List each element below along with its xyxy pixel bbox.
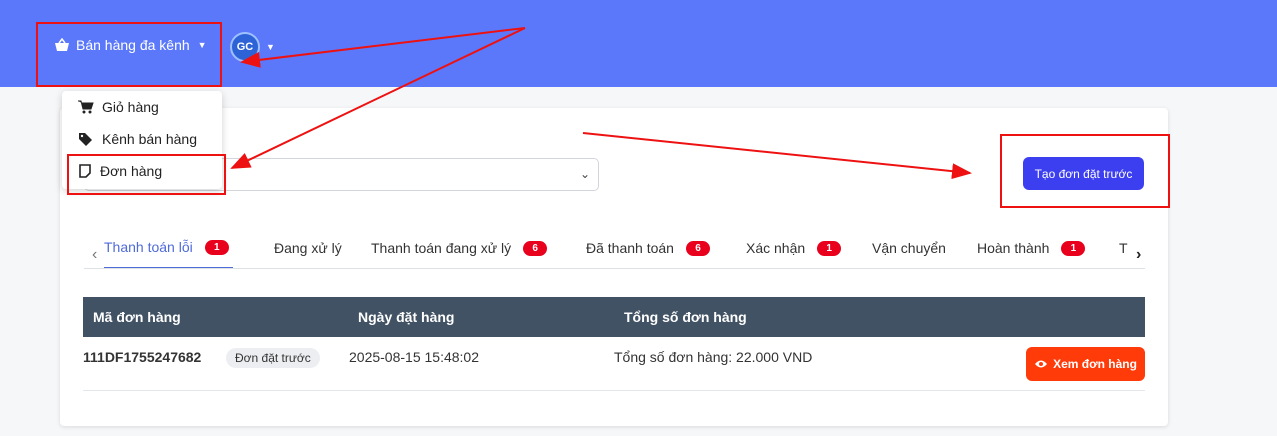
note-icon [79,164,91,178]
order-status-tabs: Thanh toán lỗi 1 Đang xử lý Thanh toán đ… [84,227,1145,269]
view-order-button[interactable]: Xem đơn hàng [1026,347,1145,381]
tab-paid[interactable]: Đã thanh toán 6 [586,227,710,268]
table-row: 111DF1755247682 Đơn đặt trước 2025-08-15… [83,337,1145,391]
dropdown-item-channels[interactable]: Kênh bán hàng [78,131,197,147]
tab-completed[interactable]: Hoàn thành 1 [977,227,1086,268]
tab-badge: 1 [817,240,842,256]
create-preorder-button[interactable]: Tạo đơn đặt trước [1023,157,1144,190]
sales-dropdown-menu: Giỏ hàng Kênh bán hàng Đơn hàng [62,91,222,189]
basket-icon [55,38,69,51]
eye-icon [1035,360,1048,368]
caret-down-icon: ▼ [266,42,275,52]
dropdown-item-orders[interactable]: Đơn hàng [78,163,162,179]
tab-payment-failed[interactable]: Thanh toán lỗi 1 [104,227,233,268]
cart-icon [78,100,94,114]
tab-truncated[interactable]: T [1119,227,1128,268]
tab-payment-processing[interactable]: Thanh toán đang xử lý 6 [371,227,548,268]
dropdown-item-label: Đơn hàng [100,163,163,179]
tabs-scroll-right-icon[interactable]: › [1136,246,1141,264]
column-header-order-id: Mã đơn hàng [93,309,181,325]
tab-shipping[interactable]: Vận chuyển [872,227,946,268]
dropdown-item-cart[interactable]: Giỏ hàng [78,99,159,115]
orders-table-header: Mã đơn hàng Ngày đặt hàng Tổng số đơn hà… [83,297,1145,337]
caret-down-icon: ▼ [197,40,207,50]
tab-processing[interactable]: Đang xử lý [274,227,342,268]
multichannel-sales-menu[interactable]: Bán hàng đa kênh ▼ [54,34,207,56]
tab-confirmed[interactable]: Xác nhận 1 [746,227,842,268]
dropdown-item-label: Giỏ hàng [102,99,159,115]
tab-badge: 6 [685,240,710,256]
preorder-tag: Đơn đặt trước [226,348,320,368]
column-header-order-total: Tổng số đơn hàng [624,309,747,325]
top-navbar: Bán hàng đa kênh ▼ GC ▼ [0,0,1277,87]
tags-icon [79,133,92,146]
tab-badge: 1 [1061,240,1086,256]
column-header-order-date: Ngày đặt hàng [358,309,455,325]
order-id: 111DF1755247682 [83,349,202,365]
tab-badge: 1 [204,239,229,255]
multichannel-sales-label: Bán hàng đa kênh [76,37,190,53]
order-total: Tổng số đơn hàng: 22.000 VND [614,349,813,365]
tab-badge: 6 [523,240,548,256]
order-date: 2025-08-15 15:48:02 [349,349,479,365]
account-menu[interactable]: GC ▼ [230,32,275,62]
dropdown-item-label: Kênh bán hàng [102,131,197,147]
avatar: GC [230,32,260,62]
chevron-down-icon: ⌄ [579,167,590,181]
